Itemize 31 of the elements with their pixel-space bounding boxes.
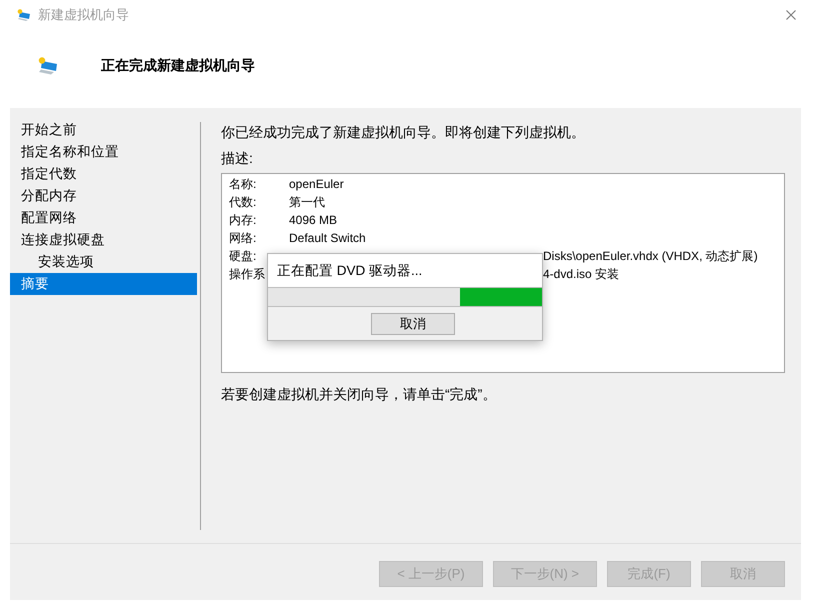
sidebar-item[interactable]: 配置网络: [10, 207, 197, 229]
sidebar-item[interactable]: 分配内存: [10, 185, 197, 207]
finish-hint: 若要创建虚拟机并关闭向导，请单击“完成”。: [221, 385, 498, 404]
description-label: 描述:: [221, 149, 254, 168]
summary-value: 4096 MB: [289, 213, 338, 227]
progress-message: 正在配置 DVD 驱动器...: [277, 262, 422, 280]
summary-label: 代数:: [229, 194, 256, 210]
summary-label: 内存:: [229, 212, 256, 228]
cancel-button[interactable]: 取消: [371, 312, 455, 334]
sidebar-item[interactable]: 连接虚拟硬盘: [10, 229, 197, 251]
window-title: 新建虚拟机向导: [38, 6, 129, 24]
summary-value: 第一代: [289, 194, 325, 210]
summary-label: 名称:: [229, 176, 256, 192]
sidebar-item[interactable]: 指定名称和位置: [10, 141, 197, 163]
close-icon: [786, 10, 796, 20]
summary-value: 4-dvd.iso 安装: [543, 266, 620, 282]
summary-label: 操作系: [229, 266, 265, 282]
sidebar-item[interactable]: 摘要: [10, 273, 197, 295]
sidebar-item[interactable]: 安装选项: [10, 251, 197, 273]
intro-text: 你已经成功完成了新建虚拟机向导。即将创建下列虚拟机。: [221, 123, 586, 142]
sidebar-item[interactable]: 指定代数: [10, 163, 197, 185]
summary-value: Disks\openEuler.vhdx (VHDX, 动态扩展): [543, 248, 758, 264]
summary-label: 网络:: [229, 230, 256, 246]
page-heading: 正在完成新建虚拟机向导: [101, 57, 255, 75]
monitor-icon: [38, 57, 58, 75]
summary-value: openEuler: [289, 177, 344, 191]
close-button[interactable]: [786, 10, 796, 20]
sidebar-item[interactable]: 开始之前: [10, 119, 197, 141]
summary-value: Default Switch: [289, 231, 366, 245]
summary-label: 硬盘:: [229, 248, 256, 264]
monitor-icon: [17, 9, 31, 21]
